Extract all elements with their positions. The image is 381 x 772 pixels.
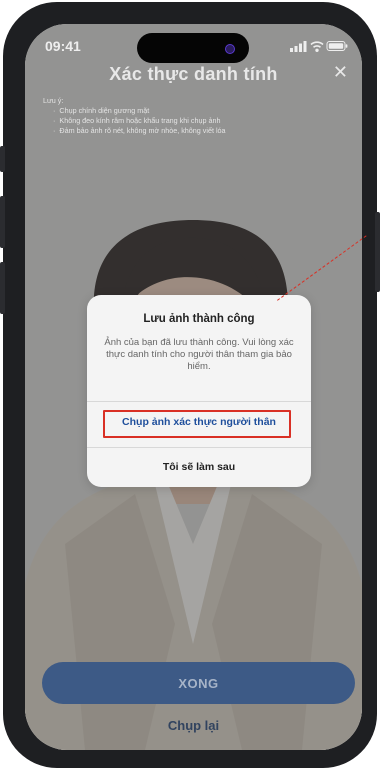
battery-icon (326, 41, 348, 51)
status-time: 09:41 (45, 38, 81, 54)
status-icons (290, 41, 348, 52)
signal-icon (290, 41, 307, 52)
later-button[interactable]: Tôi sẽ làm sau (87, 461, 311, 473)
volume-down-button (0, 262, 5, 314)
notes-section: Lưu ý: Chụp chính diện gương mặt Không đ… (43, 96, 353, 136)
wifi-icon (310, 41, 324, 52)
notes-heading: Lưu ý: (43, 96, 64, 105)
action-button (0, 146, 5, 172)
dialog-divider (87, 401, 311, 402)
note-item: Chụp chính diện gương mặt (53, 106, 353, 116)
capture-relative-button[interactable]: Chụp ảnh xác thực người thân (87, 416, 311, 428)
notes-list: Chụp chính diện gương mặt Không đeo kính… (43, 106, 353, 136)
note-item: Không đeo kính râm hoặc khẩu trang khi c… (53, 116, 353, 126)
retake-button[interactable]: Chụp lại (25, 718, 362, 733)
status-bar: 09:41 (25, 24, 362, 68)
note-item: Đảm bảo ảnh rõ nét, không mờ nhòe, không… (53, 126, 353, 136)
volume-up-button (0, 196, 5, 248)
done-button[interactable]: XONG (42, 662, 355, 704)
dialog-message: Ảnh của bạn đã lưu thành công. Vui lòng … (104, 337, 294, 372)
dynamic-island (137, 33, 249, 63)
camera-icon (225, 44, 235, 54)
screen: 09:41 Xác thực danh tính ✕ Lưu ý: · Chụp… (25, 24, 362, 750)
close-icon[interactable]: ✕ (333, 62, 348, 83)
page-title: Xác thực danh tính (109, 64, 278, 84)
dialog-divider (87, 447, 311, 448)
phone-frame: 09:41 Xác thực danh tính ✕ Lưu ý: · Chụp… (0, 2, 380, 768)
success-dialog: Lưu ảnh thành công Ảnh của bạn đã lưu th… (87, 295, 311, 487)
dialog-title: Lưu ảnh thành công (143, 313, 255, 325)
power-button (375, 212, 380, 292)
